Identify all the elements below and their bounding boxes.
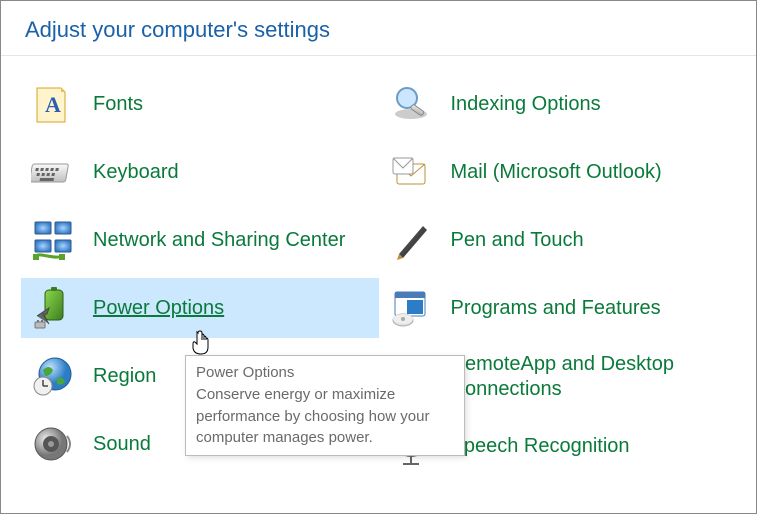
item-label: Programs and Features — [451, 296, 661, 321]
item-indexing[interactable]: Indexing Options — [379, 74, 737, 134]
item-programs[interactable]: Programs and Features — [379, 278, 737, 338]
programs-icon — [387, 284, 435, 332]
item-label: Region — [93, 364, 156, 389]
item-label: Power Options — [93, 296, 224, 321]
item-mail[interactable]: Mail (Microsoft Outlook) — [379, 142, 737, 202]
item-label: Network and Sharing Center — [93, 228, 345, 253]
svg-text:A: A — [45, 92, 61, 117]
item-label: Speech Recognition — [451, 434, 630, 459]
power-icon — [29, 284, 77, 332]
item-network[interactable]: Network and Sharing Center — [21, 210, 379, 270]
item-keyboard[interactable]: Keyboard — [21, 142, 379, 202]
tooltip-title: Power Options — [196, 364, 294, 381]
item-label: Keyboard — [93, 160, 179, 185]
header: Adjust your computer's settings — [1, 1, 756, 56]
item-power-options[interactable]: Power Options — [21, 278, 379, 338]
control-panel: Adjust your computer's settings A Fonts — [0, 0, 757, 514]
mail-icon — [387, 148, 435, 196]
item-fonts[interactable]: A Fonts — [21, 74, 379, 134]
item-pen[interactable]: Pen and Touch — [379, 210, 737, 270]
keyboard-icon — [29, 148, 77, 196]
sound-icon — [29, 420, 77, 468]
item-label: Indexing Options — [451, 92, 601, 117]
pen-icon — [387, 216, 435, 264]
region-icon — [29, 352, 77, 400]
item-label: Sound — [93, 432, 151, 457]
tooltip: Power Options Conserve energy or maximiz… — [185, 355, 465, 456]
page-title: Adjust your computer's settings — [25, 17, 732, 43]
item-label: Mail (Microsoft Outlook) — [451, 160, 662, 185]
fonts-icon: A — [29, 80, 77, 128]
item-label: RemoteApp and Desktop Connections — [451, 352, 729, 402]
item-label: Fonts — [93, 92, 143, 117]
item-label: Pen and Touch — [451, 228, 584, 253]
indexing-icon — [387, 80, 435, 128]
network-icon — [29, 216, 77, 264]
tooltip-body: Conserve energy or maximize performance … — [196, 386, 429, 447]
